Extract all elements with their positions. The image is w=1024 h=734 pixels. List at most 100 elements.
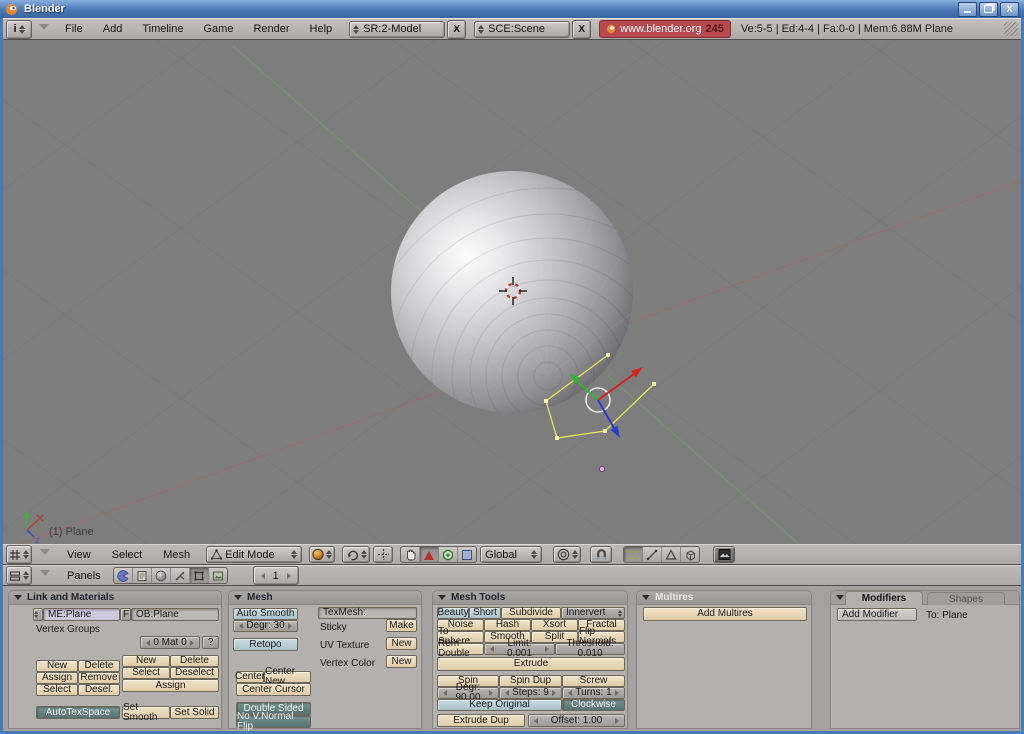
texmesh-field[interactable]: TexMesh: <box>318 607 417 619</box>
stepper-left-icon[interactable] <box>531 717 538 724</box>
extrude-dup-button[interactable]: Extrude Dup <box>437 714 525 727</box>
material-stepper[interactable]: 0 Mat 0 <box>140 636 200 649</box>
menu-game[interactable]: Game <box>194 23 242 35</box>
manipulator-mode-button[interactable] <box>373 546 394 563</box>
keep-original-toggle[interactable]: Keep Original <box>437 699 562 711</box>
autotexspace-toggle[interactable]: AutoTexSpace <box>36 706 120 719</box>
fake-user-button[interactable]: F <box>120 608 131 621</box>
stepper-right-icon[interactable] <box>615 717 622 724</box>
viewport-shading-dropdown[interactable] <box>309 546 336 563</box>
uv-texture-new-button[interactable]: New <box>386 637 417 650</box>
mat-new-button[interactable]: New <box>122 655 170 667</box>
mesh-datablock-field[interactable]: ME:Plane <box>43 608 120 621</box>
vgroup-remove-button[interactable]: Remove <box>78 672 120 684</box>
center-cursor-button[interactable]: Center Cursor <box>236 683 311 696</box>
mat-assign-button[interactable]: Assign <box>122 679 219 692</box>
menu-file[interactable]: File <box>56 23 92 35</box>
collapse-menus-icon[interactable] <box>40 570 50 581</box>
scene-buttons-tab[interactable] <box>209 568 227 583</box>
panel-collapse-icon[interactable] <box>642 595 650 604</box>
stepper-left-icon[interactable] <box>236 623 243 629</box>
scene-close-button[interactable]: X <box>572 19 592 39</box>
mode-dropdown[interactable]: Edit Mode <box>206 546 303 563</box>
hash-button[interactable]: Hash <box>484 619 531 631</box>
editing-buttons-tab[interactable] <box>189 568 209 583</box>
panel-header[interactable]: Multires <box>637 591 811 605</box>
stepper-right-icon[interactable] <box>545 646 552 652</box>
panel-header[interactable]: Link and Materials <box>9 591 221 605</box>
object-center-dot[interactable] <box>598 465 606 473</box>
set-solid-button[interactable]: Set Solid <box>170 706 219 719</box>
pivot-dropdown[interactable] <box>342 546 371 563</box>
extrude-button[interactable]: Extrude <box>437 657 625 671</box>
snap-button[interactable] <box>590 546 613 563</box>
window-type-button[interactable] <box>6 545 32 564</box>
window-type-button[interactable]: i <box>6 19 32 39</box>
screen-selector[interactable]: SR:2-Model <box>349 20 446 38</box>
vgroup-select-button[interactable]: Select <box>36 684 78 696</box>
logic-buttons-tab[interactable] <box>114 568 133 583</box>
object-buttons-tab[interactable] <box>171 568 190 583</box>
screen-close-button[interactable]: X <box>447 19 467 39</box>
no-vnormal-flip-toggle[interactable]: No V.Normal Flip <box>236 711 311 731</box>
stepper-right-icon[interactable] <box>552 690 559 696</box>
stepper-right-icon[interactable] <box>286 572 294 579</box>
short-toggle[interactable]: Short <box>469 607 501 619</box>
sphere-mesh[interactable] <box>302 130 794 544</box>
offset-stepper[interactable]: Offset: 1.00 <box>528 714 625 727</box>
manipulator-enable-button[interactable] <box>401 547 421 562</box>
panel-collapse-icon[interactable] <box>438 595 446 604</box>
threshold-stepper[interactable]: Threshold: 0.010 <box>555 639 625 659</box>
stepper-right-icon[interactable] <box>615 690 622 696</box>
collapse-menus-icon[interactable] <box>40 549 50 560</box>
vgroup-delete-button[interactable]: Delete <box>78 660 120 672</box>
mat-deselect-button[interactable]: Deselect <box>170 667 219 679</box>
stepper-left-icon[interactable] <box>258 572 265 579</box>
retopo-toggle[interactable]: Retopo <box>233 638 298 651</box>
menu-timeline[interactable]: Timeline <box>133 23 192 35</box>
stepper-left-icon[interactable] <box>502 690 509 696</box>
vertex-color-new-button[interactable]: New <box>386 655 417 668</box>
set-smooth-button[interactable]: Set Smooth <box>122 702 170 722</box>
panel-collapse-icon[interactable] <box>14 595 22 604</box>
minimize-button[interactable] <box>958 1 977 17</box>
innervert-dropdown[interactable]: Innervert <box>561 607 625 619</box>
rem-double-button[interactable]: Rem Double <box>437 639 484 659</box>
menu-mesh[interactable]: Mesh <box>154 549 199 561</box>
vgroup-new-button[interactable]: New <box>36 660 78 672</box>
script-buttons-tab[interactable] <box>133 568 152 583</box>
resize-grip[interactable] <box>1004 22 1018 36</box>
edge-select-button[interactable] <box>643 547 663 562</box>
stepper-right-icon[interactable] <box>288 623 295 629</box>
stepper-right-icon[interactable] <box>190 639 197 646</box>
panel-collapse-icon[interactable] <box>836 595 844 604</box>
add-modifier-button[interactable]: Add Modifier <box>837 608 917 621</box>
stepper-left-icon[interactable] <box>487 646 494 652</box>
blender-org-badge[interactable]: www.blender.org 245 <box>599 20 731 38</box>
menu-help[interactable]: Help <box>301 23 342 35</box>
menu-render[interactable]: Render <box>244 23 298 35</box>
close-button[interactable]: X <box>1000 1 1019 17</box>
tab-shapes[interactable]: Shapes <box>927 592 1005 605</box>
vgroup-assign-button[interactable]: Assign <box>36 672 78 684</box>
center-new-button[interactable]: Center New <box>264 667 311 687</box>
panel-header[interactable]: Mesh <box>229 591 421 605</box>
object-name-field[interactable]: OB:Plane <box>131 608 219 621</box>
render-preview-button[interactable] <box>713 546 736 563</box>
screw-button[interactable]: Screw <box>562 675 625 687</box>
manipulator-x-arrow[interactable] <box>597 373 635 401</box>
stepper-left-icon[interactable] <box>143 639 150 646</box>
center-button[interactable]: Center <box>235 671 265 683</box>
window-type-button[interactable] <box>6 566 32 585</box>
collapse-menus-icon[interactable] <box>39 23 49 35</box>
menu-add[interactable]: Add <box>94 23 132 35</box>
turns-stepper[interactable]: Turns: 1 <box>562 687 625 699</box>
steps-stepper[interactable]: Steps: 9 <box>499 687 562 699</box>
translate-manipulator-button[interactable] <box>420 547 440 562</box>
scale-manipulator-button[interactable] <box>458 547 476 562</box>
clockwise-toggle[interactable]: Clockwise <box>562 699 625 711</box>
stepper-left-icon[interactable] <box>565 690 572 696</box>
mesh-browse-button[interactable] <box>33 608 43 621</box>
shading-buttons-tab[interactable] <box>152 568 171 583</box>
material-help-button[interactable]: ? <box>202 636 219 649</box>
